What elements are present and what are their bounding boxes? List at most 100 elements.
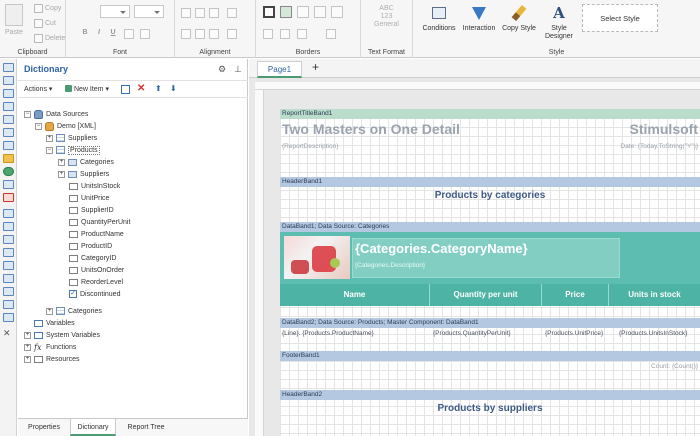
tree-field[interactable]: ProductName xyxy=(69,228,124,240)
bold-button[interactable]: B xyxy=(80,29,90,39)
expand-icon[interactable]: + xyxy=(58,170,65,178)
data-band-1-header[interactable]: DataBand1; Data Source: Categories xyxy=(280,222,700,232)
tab-dictionary[interactable]: Dictionary xyxy=(70,419,116,436)
font-size-combo[interactable] xyxy=(134,5,164,18)
column-quantity-header[interactable]: Quantity per unit xyxy=(430,284,542,306)
all-borders-icon[interactable] xyxy=(263,6,275,18)
collapse-icon[interactable]: − xyxy=(24,110,31,118)
shadow-icon[interactable] xyxy=(326,29,336,39)
paste-button[interactable]: Paste xyxy=(5,29,23,36)
tree-variables[interactable]: Variables xyxy=(24,317,75,329)
column-price-header[interactable]: Price xyxy=(542,284,609,306)
gauge-icon[interactable] xyxy=(3,180,14,189)
font-color-button[interactable] xyxy=(124,29,134,39)
italic-button[interactable]: I xyxy=(94,29,104,39)
quantity-cell[interactable]: {Products.QuantityPerUnit} xyxy=(433,330,511,337)
column-stock-header[interactable]: Units in stock xyxy=(609,284,700,306)
products-by-suppliers-text[interactable]: Products by suppliers xyxy=(280,403,700,414)
tree-suppliers[interactable]: + Suppliers xyxy=(46,132,97,144)
cut-button[interactable]: Cut xyxy=(34,19,56,28)
header-band-1-header[interactable]: HeaderBand1 xyxy=(280,177,700,187)
checkbox-icon[interactable] xyxy=(3,274,14,283)
expand-icon[interactable]: + xyxy=(46,134,53,142)
tab-properties[interactable]: Properties xyxy=(20,419,68,436)
tab-report-tree[interactable]: Report Tree xyxy=(118,419,174,436)
actions-menu[interactable]: Actions ▾ xyxy=(24,85,52,93)
report-title-band-header[interactable]: ReportTitleBand1 xyxy=(280,109,700,119)
report-title-text[interactable]: Two Masters on One Detail xyxy=(282,121,460,137)
collapse-icon[interactable]: − xyxy=(46,146,53,154)
report-description-text[interactable]: {ReportDescription} xyxy=(282,143,338,150)
outside-border-icon[interactable] xyxy=(280,6,292,18)
expand-icon[interactable]: + xyxy=(58,158,65,166)
tree-field[interactable]: QuantityPerUnit xyxy=(69,216,130,228)
rotate-icon[interactable] xyxy=(227,8,237,18)
tree-data-sources[interactable]: − Data Sources xyxy=(24,108,88,120)
column-name-header[interactable]: Name xyxy=(280,284,430,306)
tree-field[interactable]: SupplierID xyxy=(69,204,114,216)
top-border-icon[interactable] xyxy=(297,6,309,18)
product-name-cell[interactable]: {Line}. {Products.ProductName} xyxy=(282,330,374,337)
category-image[interactable] xyxy=(284,236,350,279)
category-description-text[interactable]: {Categories.Description} xyxy=(355,262,425,269)
price-cell[interactable]: {Products.UnitPrice} xyxy=(545,330,603,337)
footer-band-1-header[interactable]: FooterBand1 xyxy=(280,351,700,361)
table-icon[interactable] xyxy=(3,248,14,257)
no-border-icon[interactable] xyxy=(331,6,343,18)
pin-icon[interactable]: ⊥ xyxy=(234,64,242,75)
text-format-button[interactable]: ABC 123 General xyxy=(361,5,412,29)
move-down-icon[interactable]: ⬇ xyxy=(170,84,177,93)
tree-suppliers-relation[interactable]: + Suppliers xyxy=(58,168,109,180)
align-center-icon[interactable] xyxy=(195,8,205,18)
tree-field[interactable]: CategoryID xyxy=(69,252,116,264)
richtext-icon[interactable] xyxy=(3,102,14,111)
conditions-button[interactable]: Conditions xyxy=(419,4,459,33)
tree-field[interactable]: ✓ Discontinued xyxy=(69,288,120,300)
tree-field[interactable]: UnitsOnOrder xyxy=(69,264,124,276)
zipcode-icon[interactable] xyxy=(3,287,14,296)
map-icon[interactable] xyxy=(3,167,14,176)
move-up-icon[interactable]: ⬆ xyxy=(155,84,162,93)
align-bottom-icon[interactable] xyxy=(209,29,219,39)
barcode-icon[interactable] xyxy=(3,128,14,137)
copy-style-button[interactable]: Copy Style xyxy=(499,4,539,33)
font-name-combo[interactable] xyxy=(100,5,130,18)
rectangle-icon[interactable] xyxy=(3,313,14,322)
new-item-menu[interactable]: New Item ▾ xyxy=(65,85,109,93)
subreport-icon[interactable] xyxy=(3,235,14,244)
underline-button[interactable]: U xyxy=(108,29,118,39)
sparkline-icon[interactable] xyxy=(3,193,14,202)
tree-functions[interactable]: + fx Functions xyxy=(24,341,76,353)
expand-icon[interactable]: + xyxy=(24,331,31,339)
cross-band-icon[interactable] xyxy=(3,76,14,85)
tree-field[interactable]: ProductID xyxy=(69,240,112,252)
count-text[interactable]: Count: {Count()} xyxy=(651,363,698,370)
header-band-2-header[interactable]: HeaderBand2 xyxy=(280,390,700,400)
border-style-icon[interactable] xyxy=(297,29,307,39)
align-top-icon[interactable] xyxy=(181,29,191,39)
stock-cell[interactable]: {Products.UnitsInStock} xyxy=(619,330,687,337)
image-icon[interactable] xyxy=(3,115,14,124)
expand-icon[interactable]: + xyxy=(24,343,31,351)
tree-categories[interactable]: + Categories xyxy=(46,305,102,317)
text-icon[interactable] xyxy=(3,89,14,98)
tree-field[interactable]: UnitsInStock xyxy=(69,180,120,192)
tree-products[interactable]: − Products xyxy=(46,144,100,156)
band-icon[interactable] xyxy=(3,63,14,72)
report-brand-text[interactable]: Stimulsoft xyxy=(630,121,698,137)
tree-field[interactable]: ReorderLevel xyxy=(69,276,123,288)
tree-categories-relation[interactable]: + Categories xyxy=(58,156,114,168)
shape-icon[interactable] xyxy=(3,141,14,150)
category-name-text[interactable]: {Categories.CategoryName} xyxy=(355,241,528,256)
cross-tab-icon[interactable] xyxy=(3,261,14,270)
edit-icon[interactable] xyxy=(121,85,130,94)
date-text[interactable]: Date: {Today.ToString("Y")} xyxy=(621,143,698,150)
tree-field[interactable]: UnitPrice xyxy=(69,192,109,204)
expand-icon[interactable]: + xyxy=(24,355,31,363)
products-by-categories-text[interactable]: Products by categories xyxy=(280,190,700,201)
tools-icon[interactable]: ✕ xyxy=(3,329,14,338)
border-color-icon[interactable] xyxy=(263,29,273,39)
tree-resources[interactable]: + Resources xyxy=(24,353,79,365)
align-middle-icon[interactable] xyxy=(195,29,205,39)
clone-icon[interactable] xyxy=(3,222,14,231)
